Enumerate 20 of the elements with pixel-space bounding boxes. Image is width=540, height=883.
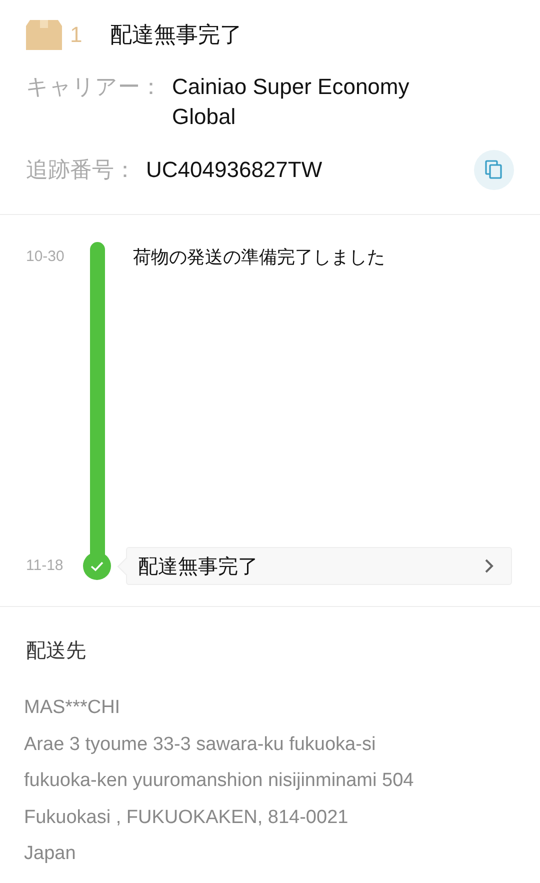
address-line: Fukuokasi , FUKUOKAKEN, 814-0021 <box>24 806 350 830</box>
copy-button[interactable] <box>474 150 514 190</box>
package-icon <box>26 20 62 50</box>
copy-icon <box>485 160 503 180</box>
carrier-name: Cainiao Super Economy Global <box>172 73 410 131</box>
address-line: Japan <box>24 842 77 866</box>
event-text: 荷物の発送の準備完了しました <box>133 246 385 269</box>
address-line: fukuoka-ken yuuromanshion nisijinminami 504 <box>24 769 415 793</box>
section-title: 配送先 <box>26 639 87 664</box>
address-line: MAS***CHI <box>24 696 122 720</box>
tracking-number: UC404936827TW <box>146 157 324 183</box>
tracking-label: 追跡番号： <box>26 156 136 184</box>
event-date: 10-30 <box>26 247 66 267</box>
check-icon <box>83 552 111 580</box>
address-line: Arae 3 tyoume 33-3 sawara-ku fukuoka-si <box>24 732 377 756</box>
delivery-status: 配達無事完了 <box>110 21 242 49</box>
carrier-label: キャリアー： <box>26 73 162 101</box>
package-count: 1 <box>70 22 84 48</box>
chevron-right-icon <box>483 558 495 574</box>
event-date: 11-18 <box>26 556 64 576</box>
